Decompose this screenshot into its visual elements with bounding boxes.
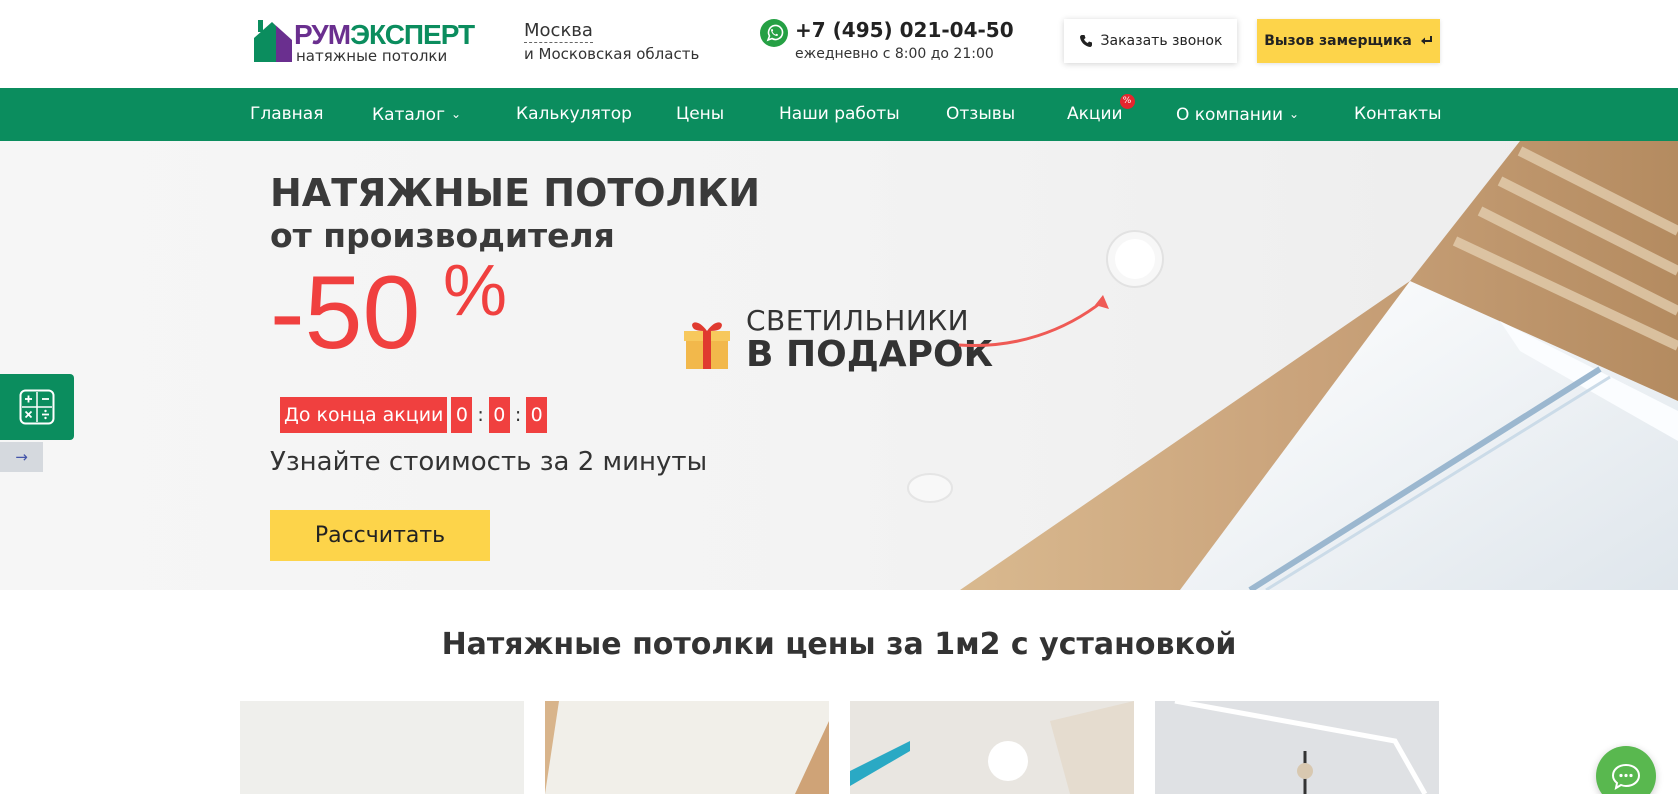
nav-item-home[interactable]: Главная xyxy=(250,88,323,141)
logo-house-icon xyxy=(254,20,292,62)
price-card[interactable] xyxy=(1155,701,1439,794)
nav-item-our-works[interactable]: Наши работы xyxy=(779,88,900,141)
prices-section-title: Натяжные потолки цены за 1м2 с установко… xyxy=(441,627,1237,662)
price-card[interactable] xyxy=(545,701,829,794)
hero-banner: НАТЯЖНЫЕ ПОТОЛКИ от производителя -50 % … xyxy=(0,141,1678,590)
chevron-down-icon: ⌄ xyxy=(451,107,462,121)
order-call-label: Заказать звонок xyxy=(1100,33,1223,49)
card-image xyxy=(850,701,1134,794)
call-measurer-label: Вызов замерщика xyxy=(1264,33,1412,49)
discount-percent-sign: % xyxy=(443,251,508,331)
card-image xyxy=(240,701,524,794)
city-selector[interactable]: Москва и Московская область xyxy=(524,20,699,63)
price-card[interactable] xyxy=(240,701,524,794)
chat-button[interactable] xyxy=(1596,746,1656,794)
hero-subtitle: от производителя xyxy=(270,216,615,255)
site-header: РУМЭКСПЕРТ натяжные потолки Москва и Мос… xyxy=(0,0,1678,88)
timer-separator: : xyxy=(514,404,522,426)
price-card[interactable] xyxy=(850,701,1134,794)
timer-separator: : xyxy=(477,404,484,426)
hero-title: НАТЯЖНЫЕ ПОТОЛКИ xyxy=(270,171,761,215)
curved-arrow-icon xyxy=(958,295,1109,348)
timer-minutes: 0 xyxy=(488,397,510,433)
promo-timer: До конца акции 0 : 0 : 0 xyxy=(280,397,548,433)
nav-item-prices[interactable]: Цены xyxy=(676,88,724,141)
nav-item-catalog[interactable]: Каталог ⌄ xyxy=(372,88,461,141)
timer-hours: 0 xyxy=(451,397,473,433)
logo-subtitle: натяжные потолки xyxy=(296,47,448,65)
percent-badge: % xyxy=(1119,94,1135,109)
phone-icon xyxy=(1079,35,1092,47)
nav-item-contacts[interactable]: Контакты xyxy=(1354,88,1442,141)
calculate-button[interactable]: Рассчитать xyxy=(270,510,490,561)
discount-value: -50 xyxy=(270,255,421,371)
cost-prompt: Узнайте стоимость за 2 минуты xyxy=(270,447,708,477)
timer-label: До конца акции xyxy=(280,397,448,433)
card-image xyxy=(1155,701,1439,794)
calculator-widget[interactable] xyxy=(0,374,74,440)
whatsapp-icon[interactable] xyxy=(760,19,788,47)
chat-bubble-icon xyxy=(1611,763,1641,790)
nav-item-about[interactable]: О компании ⌄ xyxy=(1176,88,1299,141)
city-region: и Московская область xyxy=(524,45,700,63)
logo[interactable]: РУМЭКСПЕРТ натяжные потолки xyxy=(252,18,475,66)
calculator-icon xyxy=(19,389,55,425)
call-measurer-button[interactable]: Вызов замерщика xyxy=(1257,19,1440,63)
nav-item-promotions[interactable]: Акции% xyxy=(1067,88,1135,141)
enter-arrow-icon xyxy=(1420,36,1432,45)
timer-seconds: 0 xyxy=(526,397,548,433)
nav-item-reviews[interactable]: Отзывы xyxy=(946,88,1015,141)
side-panel-toggle[interactable]: → xyxy=(0,442,43,472)
order-call-button[interactable]: Заказать звонок xyxy=(1064,19,1237,63)
card-image xyxy=(545,701,829,794)
gift-icon xyxy=(684,322,730,369)
main-nav: Главная Каталог ⌄ Калькулятор Цены Наши р… xyxy=(0,88,1678,141)
city-name[interactable]: Москва xyxy=(524,20,593,43)
nav-item-calculator[interactable]: Калькулятор xyxy=(516,88,632,141)
gift-line1: СВЕТИЛЬНИКИ xyxy=(746,304,970,337)
phone-hours: ежедневно с 8:00 до 21:00 xyxy=(795,46,994,62)
phone-number[interactable]: +7 (495) 021-04-50 xyxy=(795,18,1014,42)
chevron-down-icon: ⌄ xyxy=(1289,107,1300,121)
